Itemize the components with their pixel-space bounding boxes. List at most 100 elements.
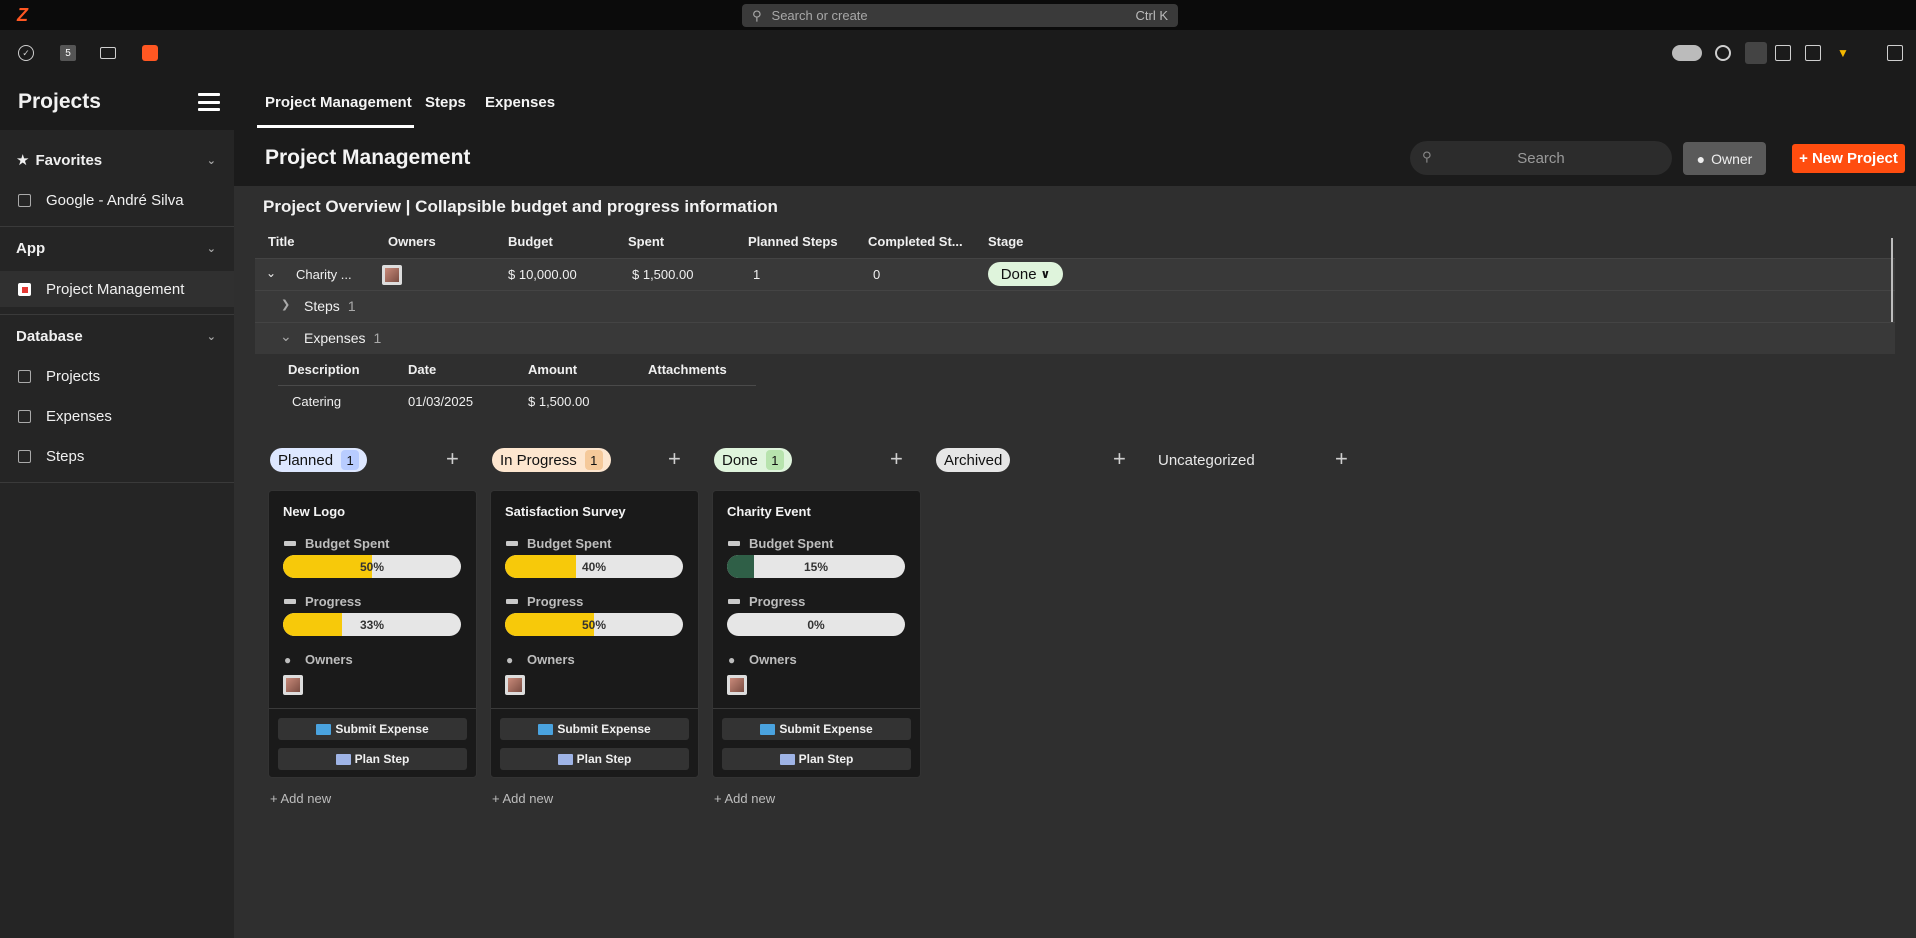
col-header-planned-steps[interactable]: Planned Steps	[748, 234, 838, 249]
sidebar-item-projects[interactable]: Projects	[0, 358, 234, 394]
card-title: Satisfaction Survey	[505, 504, 626, 519]
sidebar-item-expenses[interactable]: Expenses	[0, 398, 234, 434]
steps-subrow[interactable]	[255, 290, 1895, 322]
section-app[interactable]: App ⌄	[0, 230, 234, 266]
panel-icon[interactable]	[1887, 45, 1903, 61]
add-new-planned[interactable]: + Add new	[270, 791, 331, 806]
expense-date[interactable]: 01/03/2025	[408, 394, 473, 409]
help-icon[interactable]	[1715, 45, 1731, 61]
expense-amount[interactable]: $ 1,500.00	[528, 394, 589, 409]
divider	[269, 708, 476, 709]
col-header-stage[interactable]: Stage	[988, 234, 1023, 249]
shield-icon[interactable]: ▼	[1835, 45, 1851, 61]
sidebar-item-project-management[interactable]: Project Management	[0, 271, 234, 307]
sidebar-item-google-andre-silva[interactable]: Google - André Silva	[0, 182, 234, 218]
stage-dropdown[interactable]: Done ∨	[988, 262, 1063, 286]
calendar-icon	[779, 753, 795, 765]
expense-col-amount[interactable]: Amount	[528, 362, 577, 377]
expense-description[interactable]: Catering	[292, 394, 341, 409]
add-new-done[interactable]: + Add new	[714, 791, 775, 806]
plan-step-button[interactable]: Plan Step	[500, 748, 689, 770]
col-header-owners[interactable]: Owners	[388, 234, 436, 249]
search-placeholder: Search	[1517, 149, 1565, 167]
col-header-title[interactable]: Title	[268, 234, 295, 249]
section-database[interactable]: Database ⌄	[0, 318, 234, 354]
add-uncategorized-icon[interactable]: +	[1335, 446, 1348, 472]
menu-icon[interactable]	[198, 93, 220, 111]
budget-spent-value: 40%	[581, 559, 607, 574]
chevron-right-icon[interactable]: ❯	[281, 298, 290, 311]
col-header-spent[interactable]: Spent	[628, 234, 664, 249]
users-icon: ●	[728, 653, 736, 667]
chevron-down-icon: ⌄	[206, 154, 216, 167]
check-circle-icon[interactable]: ✓	[18, 45, 34, 61]
sidebar-item-steps[interactable]: Steps	[0, 438, 234, 474]
scrollbar[interactable]	[1891, 238, 1893, 322]
expenses-subrow[interactable]	[255, 322, 1895, 354]
grid-icon[interactable]	[1805, 45, 1821, 61]
owner-filter-button[interactable]: ● Owner	[1683, 142, 1766, 175]
add-new-label: Add new	[502, 791, 554, 806]
chevron-down-icon[interactable]: ⌄	[266, 266, 276, 280]
row-planned-steps: 1	[753, 267, 761, 282]
submit-expense-button[interactable]: Submit Expense	[500, 718, 689, 740]
expense-col-description[interactable]: Description	[288, 362, 360, 377]
expense-col-date[interactable]: Date	[408, 362, 436, 377]
tab-expenses[interactable]: Expenses	[485, 94, 555, 111]
column-planned[interactable]: Planned 1	[270, 448, 368, 472]
tab-steps[interactable]: Steps	[425, 94, 466, 111]
add-planned-icon[interactable]: +	[446, 446, 459, 472]
project-card[interactable]: New Logo Budget Spent 50% Progress 33% ●…	[268, 490, 477, 778]
budget-spent-value: 50%	[359, 559, 385, 574]
progress-bar: 0%	[727, 613, 905, 636]
add-done-icon[interactable]: +	[890, 446, 903, 472]
bug-icon[interactable]	[142, 45, 158, 61]
column-label: Archived	[944, 451, 1003, 469]
column-in-progress[interactable]: In Progress 1	[492, 448, 611, 472]
toggle-icon[interactable]	[1672, 45, 1702, 61]
credit-card-icon	[760, 723, 776, 735]
row-completed-steps: 0	[873, 267, 881, 282]
column-count: 1	[765, 450, 784, 470]
add-archived-icon[interactable]: +	[1113, 446, 1126, 472]
column-archived[interactable]: Archived	[936, 448, 1011, 472]
owners-label: Owners	[527, 652, 575, 667]
app-page-icon[interactable]	[1745, 42, 1767, 64]
column-done[interactable]: Done 1	[714, 448, 792, 472]
column-uncategorized[interactable]: Uncategorized	[1150, 448, 1263, 472]
plan-step-button[interactable]: Plan Step	[722, 748, 911, 770]
expense-col-attachments[interactable]: Attachments	[648, 362, 727, 377]
search-shortcut: Ctrl K	[1135, 8, 1169, 23]
divider	[491, 708, 698, 709]
col-header-completed-steps[interactable]: Completed St...	[868, 234, 963, 249]
submit-expense-button[interactable]: Submit Expense	[722, 718, 911, 740]
project-card[interactable]: Charity Event Budget Spent 15% Progress …	[712, 490, 921, 778]
plan-step-button[interactable]: Plan Step	[278, 748, 467, 770]
new-project-button[interactable]: + New Project	[1792, 144, 1905, 173]
project-card[interactable]: Satisfaction Survey Budget Spent 40% Pro…	[490, 490, 699, 778]
overview-title: Project Overview | Collapsible budget an…	[263, 197, 778, 216]
chevron-down-icon: ∨	[1040, 267, 1051, 281]
row-title[interactable]: Charity ...	[296, 267, 352, 282]
sidebar-item-label: Project Management	[46, 280, 185, 298]
table-row[interactable]	[255, 258, 1895, 290]
calendar-icon	[335, 753, 351, 765]
section-favorites[interactable]: ★ Favorites ⌄	[0, 142, 234, 178]
chat-icon[interactable]	[100, 47, 116, 59]
progress-value: 50%	[581, 617, 607, 632]
add-new-in-progress[interactable]: + Add new	[492, 791, 553, 806]
users-icon: ●	[284, 653, 292, 667]
chevron-down-icon[interactable]: ⌄	[280, 328, 292, 345]
badge-icon[interactable]: 5	[60, 45, 76, 61]
table-icon	[18, 450, 31, 463]
submit-expense-button[interactable]: Submit Expense	[278, 718, 467, 740]
col-header-budget[interactable]: Budget	[508, 234, 553, 249]
divider	[0, 226, 234, 227]
add-in-progress-icon[interactable]: +	[668, 446, 681, 472]
table-icon	[18, 370, 31, 383]
tab-project-management[interactable]: Project Management	[265, 94, 412, 111]
star-icon: ★	[16, 152, 30, 169]
global-search[interactable]: ⚲ Search or create Ctrl K	[742, 4, 1178, 27]
table-icon[interactable]	[1775, 45, 1791, 61]
search-input[interactable]: ⚲ Search	[1410, 141, 1672, 175]
